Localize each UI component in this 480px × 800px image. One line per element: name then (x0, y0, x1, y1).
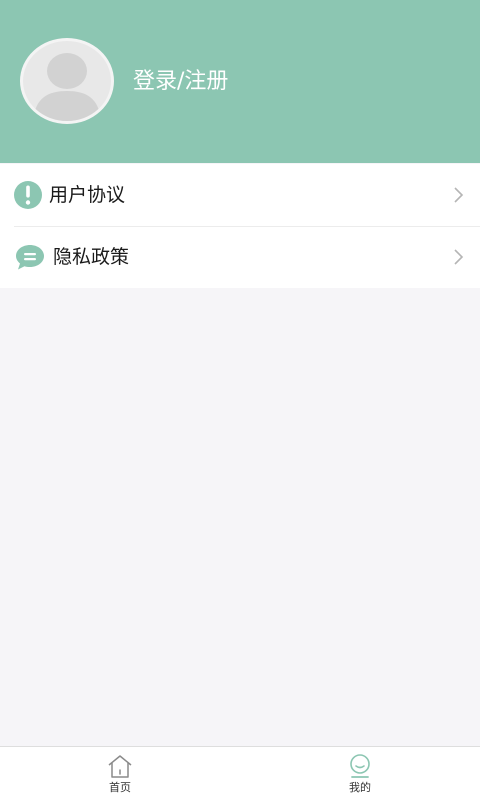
tab-mine[interactable]: 我的 (240, 747, 480, 800)
profile-header[interactable]: 登录/注册 (0, 0, 480, 163)
menu-item-label: 用户协议 (49, 184, 126, 206)
chevron-right-icon (454, 187, 464, 203)
menu-list: 用户协议 隐私政策 (0, 164, 480, 288)
profile-face-icon (350, 754, 370, 778)
tab-home[interactable]: 首页 (0, 747, 240, 800)
login-register-link[interactable]: 登录/注册 (133, 66, 228, 98)
menu-item-user-agreement[interactable]: 用户协议 (0, 164, 480, 227)
default-avatar-icon (33, 53, 101, 121)
tab-label: 我的 (349, 781, 371, 794)
tab-label: 首页 (109, 781, 131, 794)
chat-bubble-icon (16, 245, 44, 270)
bottom-tab-bar: 首页 我的 (0, 746, 480, 800)
menu-item-label: 隐私政策 (53, 246, 130, 268)
avatar[interactable] (20, 38, 114, 124)
menu-item-privacy-policy[interactable]: 隐私政策 (0, 226, 480, 288)
home-icon (108, 755, 132, 778)
chevron-right-icon (454, 249, 464, 265)
exclamation-circle-icon (14, 181, 42, 209)
